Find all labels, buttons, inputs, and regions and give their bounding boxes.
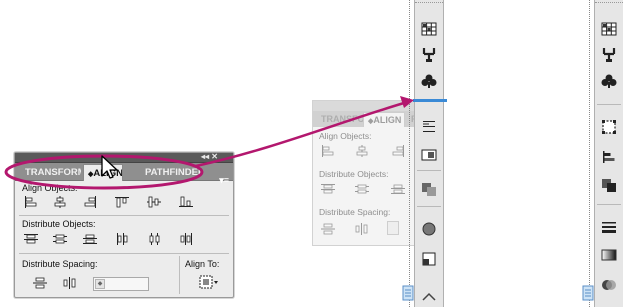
- transform-icon[interactable]: [420, 146, 438, 164]
- align-icon[interactable]: [420, 118, 438, 136]
- distribute-right-button[interactable]: [179, 233, 193, 245]
- tab-align-label: ALIGN: [93, 168, 123, 179]
- align-left-icon: [25, 196, 37, 208]
- tab-transform[interactable]: TRANSFORM: [21, 164, 81, 181]
- dock-middle-grip[interactable]: [415, 2, 443, 6]
- align-icon[interactable]: [600, 148, 618, 166]
- horizontal-align-right-button[interactable]: [83, 196, 97, 208]
- dragged-panel-ghost: TRANSFORM ◆ALIGN PAT Align Objects: Dist…: [312, 100, 430, 246]
- align-hcenter-icon: [54, 196, 66, 208]
- panel-window-controls[interactable]: ◂◂ ✕: [201, 152, 218, 162]
- horizontal-align-center-button[interactable]: [53, 196, 67, 208]
- tab-align[interactable]: ◆ALIGN: [83, 164, 123, 181]
- distribute-objects-label: Distribute Objects:: [22, 219, 96, 229]
- appearance-icon[interactable]: [420, 220, 438, 238]
- dock-right-grip[interactable]: [595, 2, 623, 6]
- vertical-divider: [179, 256, 180, 294]
- stroke-icon[interactable]: [600, 218, 618, 236]
- ghost-distribute-space-horizontal-icon: [355, 223, 369, 235]
- distribute-top-icon: [24, 234, 38, 244]
- ghost-align-objects-label: Align Objects:: [319, 131, 372, 141]
- appearance-icon[interactable]: [600, 276, 618, 294]
- vertical-align-top-button[interactable]: [115, 196, 129, 208]
- distribute-hcenter-button[interactable]: [147, 233, 161, 245]
- dock-middle-edge: [409, 0, 410, 307]
- layers-icon[interactable]: [399, 284, 417, 302]
- ghost-tab-bar: TRANSFORM ◆ALIGN PAT: [313, 111, 429, 127]
- align-panel[interactable]: ◂◂ ✕ TRANSFORM ◆ALIGN PATHFINDER ▾≡ Alig…: [14, 152, 234, 298]
- ghost-distribute-objects-label: Distribute Objects:: [319, 169, 389, 179]
- ghost-distribute-top-icon: [321, 183, 335, 195]
- ghost-align-left-icon: [321, 145, 335, 157]
- ghost-tab-align-label: ALIGN: [373, 115, 402, 125]
- pathfinder-icon[interactable]: [600, 176, 618, 194]
- distribute-space-horizontal-icon: [63, 277, 76, 289]
- distribute-left-button[interactable]: [115, 233, 129, 245]
- pathfinder-icon[interactable]: [420, 180, 438, 198]
- vertical-distribute-space-button[interactable]: [33, 277, 47, 289]
- ghost-tab-transform: TRANSFORM: [321, 114, 365, 124]
- dock-group-divider: [597, 204, 621, 205]
- distribute-left-icon: [117, 233, 128, 245]
- distribute-space-vertical-icon: [33, 277, 47, 289]
- ghost-distribute-spacing-label: Distribute Spacing:: [319, 207, 391, 217]
- gradient-icon[interactable]: [600, 246, 618, 264]
- spacing-value-field[interactable]: ◆: [93, 277, 149, 291]
- screenshot-stage: ◂◂ ✕ TRANSFORM ◆ALIGN PATHFINDER ▾≡ Alig…: [0, 0, 623, 307]
- align-vcenter-icon: [147, 196, 161, 208]
- symbols-icon[interactable]: [420, 72, 438, 90]
- distribute-top-button[interactable]: [24, 233, 38, 245]
- align-to-selection-icon: [199, 275, 218, 289]
- brushes-icon[interactable]: [600, 46, 618, 64]
- ghost-align-right-icon: [391, 145, 405, 157]
- ghost-align-center-icon: [355, 145, 369, 157]
- align-to-dropdown[interactable]: [199, 274, 221, 290]
- swatches-icon[interactable]: [600, 20, 618, 38]
- panel-menu-icon[interactable]: ▾≡: [219, 175, 229, 186]
- swatches-icon[interactable]: [420, 20, 438, 38]
- distribute-hcenter-icon: [149, 233, 160, 245]
- panel-title-bar[interactable]: ◂◂ ✕: [15, 152, 233, 163]
- tab-pathfinder[interactable]: PATHFINDER: [141, 164, 201, 181]
- distribute-vcenter-button[interactable]: [53, 233, 67, 245]
- brushes-icon[interactable]: [420, 46, 438, 64]
- dock-right: [582, 0, 623, 307]
- distribute-bottom-icon: [83, 234, 97, 244]
- horizontal-align-left-button[interactable]: [24, 196, 38, 208]
- ghost-title-bar: [313, 101, 429, 111]
- align-objects-label: Align Objects:: [22, 183, 78, 193]
- transform-icon[interactable]: [600, 118, 618, 136]
- vertical-align-center-button[interactable]: [147, 196, 161, 208]
- distribute-vcenter-icon: [53, 234, 67, 244]
- distribute-bottom-button[interactable]: [83, 233, 97, 245]
- align-top-icon: [115, 197, 129, 208]
- section-divider: [19, 253, 229, 254]
- panel-tab-bar: TRANSFORM ◆ALIGN PATHFINDER ▾≡: [15, 163, 233, 185]
- vertical-align-bottom-button[interactable]: [179, 196, 193, 208]
- dock-group-divider: [417, 206, 441, 207]
- transparency-icon[interactable]: [579, 284, 597, 302]
- align-to-label: Align To:: [185, 259, 220, 269]
- distribute-spacing-label: Distribute Spacing:: [22, 259, 98, 269]
- spacing-stepper-icon[interactable]: ◆: [95, 279, 105, 289]
- dock-right-edge: [589, 0, 590, 307]
- ghost-tab-align: ◆ALIGN: [363, 112, 405, 127]
- dock-middle: [402, 0, 447, 307]
- align-bottom-icon: [179, 196, 193, 207]
- drop-zone-indicator: [413, 99, 447, 102]
- collapse-chevron-icon[interactable]: [420, 288, 438, 306]
- distribute-right-icon: [180, 233, 192, 245]
- align-right-icon: [84, 196, 96, 208]
- artboards-icon[interactable]: [420, 250, 438, 268]
- symbols-icon[interactable]: [600, 72, 618, 90]
- section-divider: [19, 215, 229, 216]
- ghost-distribute-space-vertical-icon: [321, 223, 335, 235]
- horizontal-distribute-space-button[interactable]: [63, 277, 77, 289]
- ghost-distribute-bottom-icon: [391, 183, 405, 195]
- ghost-distribute-vcenter-icon: [355, 183, 369, 195]
- dock-group-divider: [417, 170, 441, 171]
- ghost-spacing-field: [387, 221, 399, 235]
- dock-group-divider: [597, 104, 621, 105]
